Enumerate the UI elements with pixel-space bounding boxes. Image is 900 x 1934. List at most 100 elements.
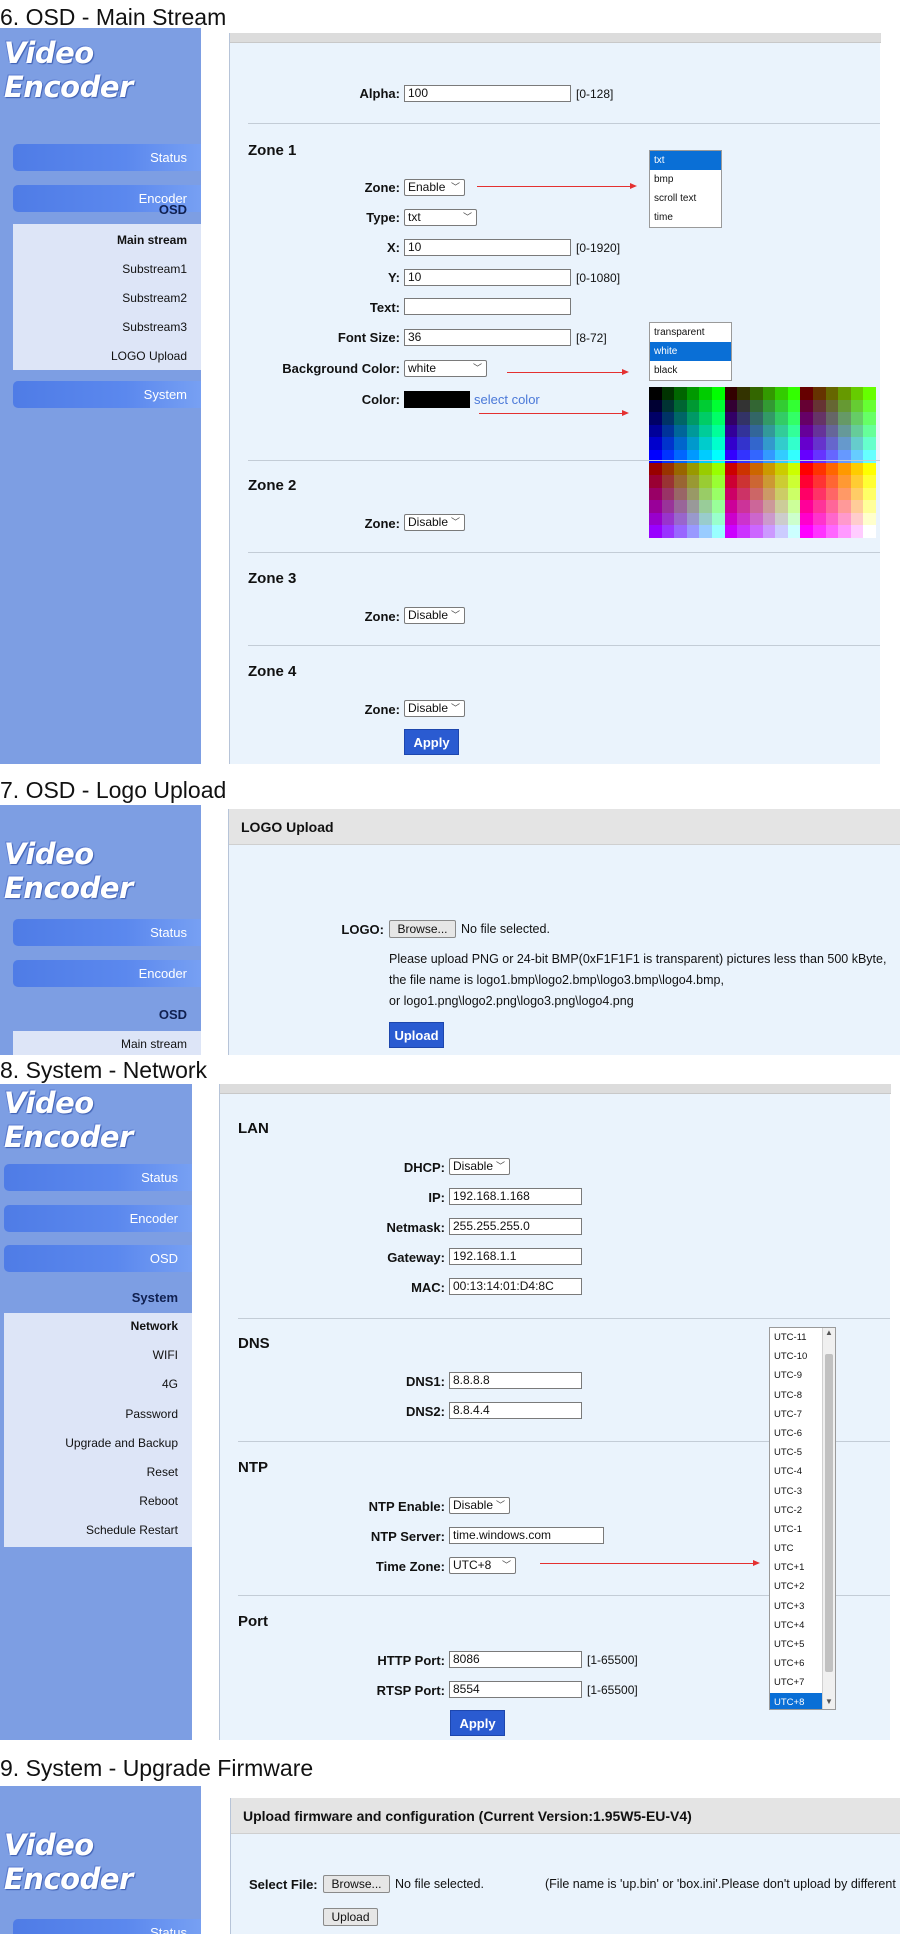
color-cell[interactable] <box>787 387 801 401</box>
color-cell[interactable] <box>737 462 751 476</box>
color-cell[interactable] <box>699 525 713 539</box>
color-cell[interactable] <box>686 487 700 501</box>
color-cell[interactable] <box>712 512 726 526</box>
color-cell[interactable] <box>850 500 864 514</box>
scroll-up-icon[interactable]: ▲ <box>823 1328 835 1340</box>
color-cell[interactable] <box>686 512 700 526</box>
color-cell[interactable] <box>762 437 776 451</box>
color-cell[interactable] <box>737 449 751 463</box>
color-cell[interactable] <box>686 449 700 463</box>
bg-option-white[interactable]: white <box>650 342 731 361</box>
color-cell[interactable] <box>800 525 814 539</box>
color-cell[interactable] <box>712 424 726 438</box>
color-cell[interactable] <box>712 437 726 451</box>
menu-system-button[interactable]: System <box>13 381 201 408</box>
type-select[interactable]: txt ﹀ <box>404 209 477 226</box>
color-cell[interactable] <box>749 475 763 489</box>
color-cell[interactable] <box>775 487 789 501</box>
color-cell[interactable] <box>850 475 864 489</box>
color-cell[interactable] <box>838 424 852 438</box>
color-cell[interactable] <box>737 437 751 451</box>
color-cell[interactable] <box>775 437 789 451</box>
menu-system-heading[interactable]: System <box>4 1290 192 1305</box>
color-cell[interactable] <box>812 525 827 539</box>
color-cell[interactable] <box>787 412 801 426</box>
dhcp-select[interactable]: Disable ﹀ <box>449 1158 510 1175</box>
color-cell[interactable] <box>800 512 814 526</box>
type-option-scroll-text[interactable]: scroll text <box>650 189 721 208</box>
color-cell[interactable] <box>699 500 713 514</box>
color-cell[interactable] <box>800 424 814 438</box>
color-cell[interactable] <box>775 475 789 489</box>
sidebar-item-substream1[interactable]: Substream1 <box>122 262 187 276</box>
color-cell[interactable] <box>649 424 663 438</box>
menu-encoder-button[interactable]: Encoder <box>4 1205 192 1232</box>
color-cell[interactable] <box>649 399 663 413</box>
color-cell[interactable] <box>749 437 763 451</box>
bg-color-select[interactable]: white ﹀ <box>404 360 487 377</box>
color-cell[interactable] <box>661 475 675 489</box>
color-cell[interactable] <box>863 387 877 401</box>
color-cell[interactable] <box>661 387 675 401</box>
color-cell[interactable] <box>812 487 827 501</box>
color-cell[interactable] <box>737 475 751 489</box>
sidebar-item-wifi[interactable]: WIFI <box>153 1348 178 1362</box>
bg-option-transparent[interactable]: transparent <box>650 323 731 342</box>
color-cell[interactable] <box>825 399 839 413</box>
color-cell[interactable] <box>749 462 763 476</box>
color-cell[interactable] <box>863 437 877 451</box>
color-cell[interactable] <box>686 437 700 451</box>
color-cell[interactable] <box>775 387 789 401</box>
sidebar-item-network[interactable]: Network <box>131 1319 178 1333</box>
scroll-down-icon[interactable]: ▼ <box>823 1697 835 1709</box>
color-cell[interactable] <box>812 412 827 426</box>
color-cell[interactable] <box>699 412 713 426</box>
color-cell[interactable] <box>737 512 751 526</box>
color-swatch[interactable] <box>404 391 470 408</box>
color-cell[interactable] <box>787 437 801 451</box>
color-cell[interactable] <box>863 399 877 413</box>
color-cell[interactable] <box>686 525 700 539</box>
color-cell[interactable] <box>686 462 700 476</box>
color-cell[interactable] <box>762 500 776 514</box>
color-cell[interactable] <box>800 412 814 426</box>
x-input[interactable]: 10 <box>404 239 571 256</box>
time-zone-select[interactable]: UTC+8 ﹀ <box>449 1557 516 1574</box>
color-cell[interactable] <box>724 462 738 476</box>
zone1-select[interactable]: Enable ﹀ <box>404 179 465 196</box>
color-cell[interactable] <box>661 525 675 539</box>
color-cell[interactable] <box>661 399 675 413</box>
color-cell[interactable] <box>838 437 852 451</box>
color-cell[interactable] <box>838 475 852 489</box>
color-cell[interactable] <box>800 475 814 489</box>
color-cell[interactable] <box>686 387 700 401</box>
color-cell[interactable] <box>775 462 789 476</box>
zone3-select[interactable]: Disable ﹀ <box>404 607 465 624</box>
browse-button[interactable]: Browse... <box>323 1875 390 1893</box>
font-size-input[interactable]: 36 <box>404 329 571 346</box>
color-cell[interactable] <box>724 424 738 438</box>
dns1-input[interactable]: 8.8.8.8 <box>449 1372 582 1389</box>
color-cell[interactable] <box>800 449 814 463</box>
color-cell[interactable] <box>674 525 688 539</box>
color-cell[interactable] <box>838 412 852 426</box>
color-cell[interactable] <box>838 487 852 501</box>
menu-osd-button[interactable]: OSD <box>4 1245 192 1272</box>
color-cell[interactable] <box>800 387 814 401</box>
color-cell[interactable] <box>825 412 839 426</box>
select-color-link[interactable]: select color <box>474 392 540 407</box>
color-cell[interactable] <box>699 512 713 526</box>
color-cell[interactable] <box>762 399 776 413</box>
color-cell[interactable] <box>724 387 738 401</box>
color-cell[interactable] <box>737 487 751 501</box>
color-cell[interactable] <box>762 387 776 401</box>
color-cell[interactable] <box>812 462 827 476</box>
color-cell[interactable] <box>800 437 814 451</box>
menu-status-button[interactable]: Status <box>13 144 201 171</box>
color-cell[interactable] <box>649 525 663 539</box>
color-cell[interactable] <box>661 424 675 438</box>
bg-option-black[interactable]: black <box>650 361 731 380</box>
color-cell[interactable] <box>863 500 877 514</box>
ip-input[interactable]: 192.168.1.168 <box>449 1188 582 1205</box>
color-cell[interactable] <box>812 475 827 489</box>
